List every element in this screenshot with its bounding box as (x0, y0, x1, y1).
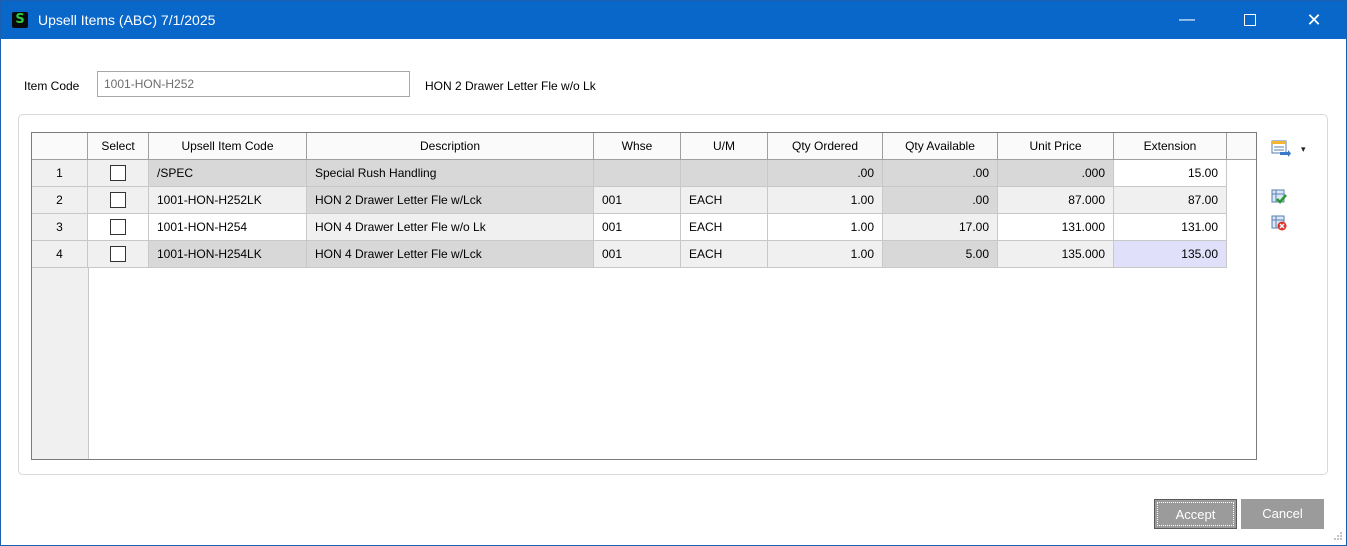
upsell-grid[interactable]: Select Upsell Item Code Description Whse… (31, 132, 1257, 460)
resize-grip-icon[interactable] (1333, 531, 1343, 541)
item-code-label: Item Code (24, 79, 80, 93)
qty-available-cell[interactable]: .00 (883, 187, 998, 214)
select-cell[interactable] (88, 241, 149, 268)
whse-cell[interactable] (594, 160, 681, 187)
upsell-item-code-cell[interactable]: 1001-HON-H254 (149, 214, 307, 241)
chevron-down-icon[interactable]: ▾ (1301, 144, 1306, 155)
extension-cell-active[interactable]: 135.00 (1114, 241, 1227, 268)
description-cell[interactable]: HON 2 Drawer Letter Fle w/Lck (307, 187, 594, 214)
whse-cell[interactable]: 001 (594, 241, 681, 268)
select-checkbox[interactable] (110, 218, 126, 235)
row-number[interactable]: 1 (32, 160, 88, 187)
qty-ordered-cell[interactable]: 1.00 (768, 187, 883, 214)
qty-ordered-cell[interactable]: .00 (768, 160, 883, 187)
col-header-qty-available[interactable]: Qty Available (883, 133, 998, 160)
um-cell[interactable]: EACH (681, 187, 768, 214)
whse-cell[interactable]: 001 (594, 187, 681, 214)
col-header-unit-price[interactable]: Unit Price (998, 133, 1114, 160)
select-checkbox[interactable] (110, 164, 126, 181)
minimize-button[interactable]: — (1164, 1, 1210, 39)
whse-cell[interactable]: 001 (594, 214, 681, 241)
qty-ordered-cell[interactable]: 1.00 (768, 214, 883, 241)
grid-settings-icon[interactable] (1271, 140, 1293, 158)
window-title: Upsell Items (ABC) 7/1/2025 (38, 12, 216, 28)
upsell-item-code-cell[interactable]: 1001-HON-H254LK (149, 241, 307, 268)
col-header-qty-ordered[interactable]: Qty Ordered (768, 133, 883, 160)
row-number[interactable]: 2 (32, 187, 88, 214)
grid-corner-header (32, 133, 88, 160)
accept-button[interactable]: Accept (1154, 499, 1237, 529)
item-description: HON 2 Drawer Letter Fle w/o Lk (425, 79, 596, 93)
select-all-icon[interactable] (1271, 189, 1287, 205)
qty-available-cell[interactable]: 17.00 (883, 214, 998, 241)
close-button[interactable]: ✕ (1291, 1, 1337, 39)
maximize-button[interactable] (1227, 1, 1273, 39)
select-checkbox[interactable] (110, 191, 126, 208)
extension-cell[interactable]: 15.00 (1114, 160, 1227, 187)
qty-available-cell[interactable]: 5.00 (883, 241, 998, 268)
um-cell[interactable] (681, 160, 768, 187)
col-header-upsell-item-code[interactable]: Upsell Item Code (149, 133, 307, 160)
col-header-description[interactable]: Description (307, 133, 594, 160)
unit-price-cell[interactable]: 131.000 (998, 214, 1114, 241)
qty-ordered-cell[interactable]: 1.00 (768, 241, 883, 268)
extension-cell[interactable]: 131.00 (1114, 214, 1227, 241)
um-cell[interactable]: EACH (681, 214, 768, 241)
maximize-icon (1244, 13, 1256, 26)
clear-all-icon[interactable] (1271, 215, 1287, 231)
select-cell[interactable] (88, 160, 149, 187)
select-cell[interactable] (88, 214, 149, 241)
title-bar[interactable]: S Upsell Items (ABC) 7/1/2025 — ✕ (1, 1, 1346, 39)
col-header-um[interactable]: U/M (681, 133, 768, 160)
unit-price-cell[interactable]: 135.000 (998, 241, 1114, 268)
description-cell[interactable]: HON 4 Drawer Letter Fle w/o Lk (307, 214, 594, 241)
upsell-item-code-cell[interactable]: 1001-HON-H252LK (149, 187, 307, 214)
row-number[interactable]: 3 (32, 214, 88, 241)
col-header-select[interactable]: Select (88, 133, 149, 160)
app-icon: S (12, 12, 28, 28)
um-cell[interactable]: EACH (681, 241, 768, 268)
col-header-whse[interactable]: Whse (594, 133, 681, 160)
description-cell[interactable]: HON 4 Drawer Letter Fle w/Lck (307, 241, 594, 268)
unit-price-cell[interactable]: 87.000 (998, 187, 1114, 214)
row-number[interactable]: 4 (32, 241, 88, 268)
select-cell[interactable] (88, 187, 149, 214)
col-header-extension[interactable]: Extension (1114, 133, 1227, 160)
description-cell[interactable]: Special Rush Handling (307, 160, 594, 187)
upsell-item-code-cell[interactable]: /SPEC (149, 160, 307, 187)
unit-price-cell[interactable]: .000 (998, 160, 1114, 187)
cancel-button[interactable]: Cancel (1241, 499, 1324, 529)
qty-available-cell[interactable]: .00 (883, 160, 998, 187)
select-checkbox[interactable] (110, 245, 126, 262)
item-code-input[interactable]: 1001-HON-H252 (97, 71, 410, 97)
col-header-filler (1227, 133, 1256, 160)
extension-cell[interactable]: 87.00 (1114, 187, 1227, 214)
